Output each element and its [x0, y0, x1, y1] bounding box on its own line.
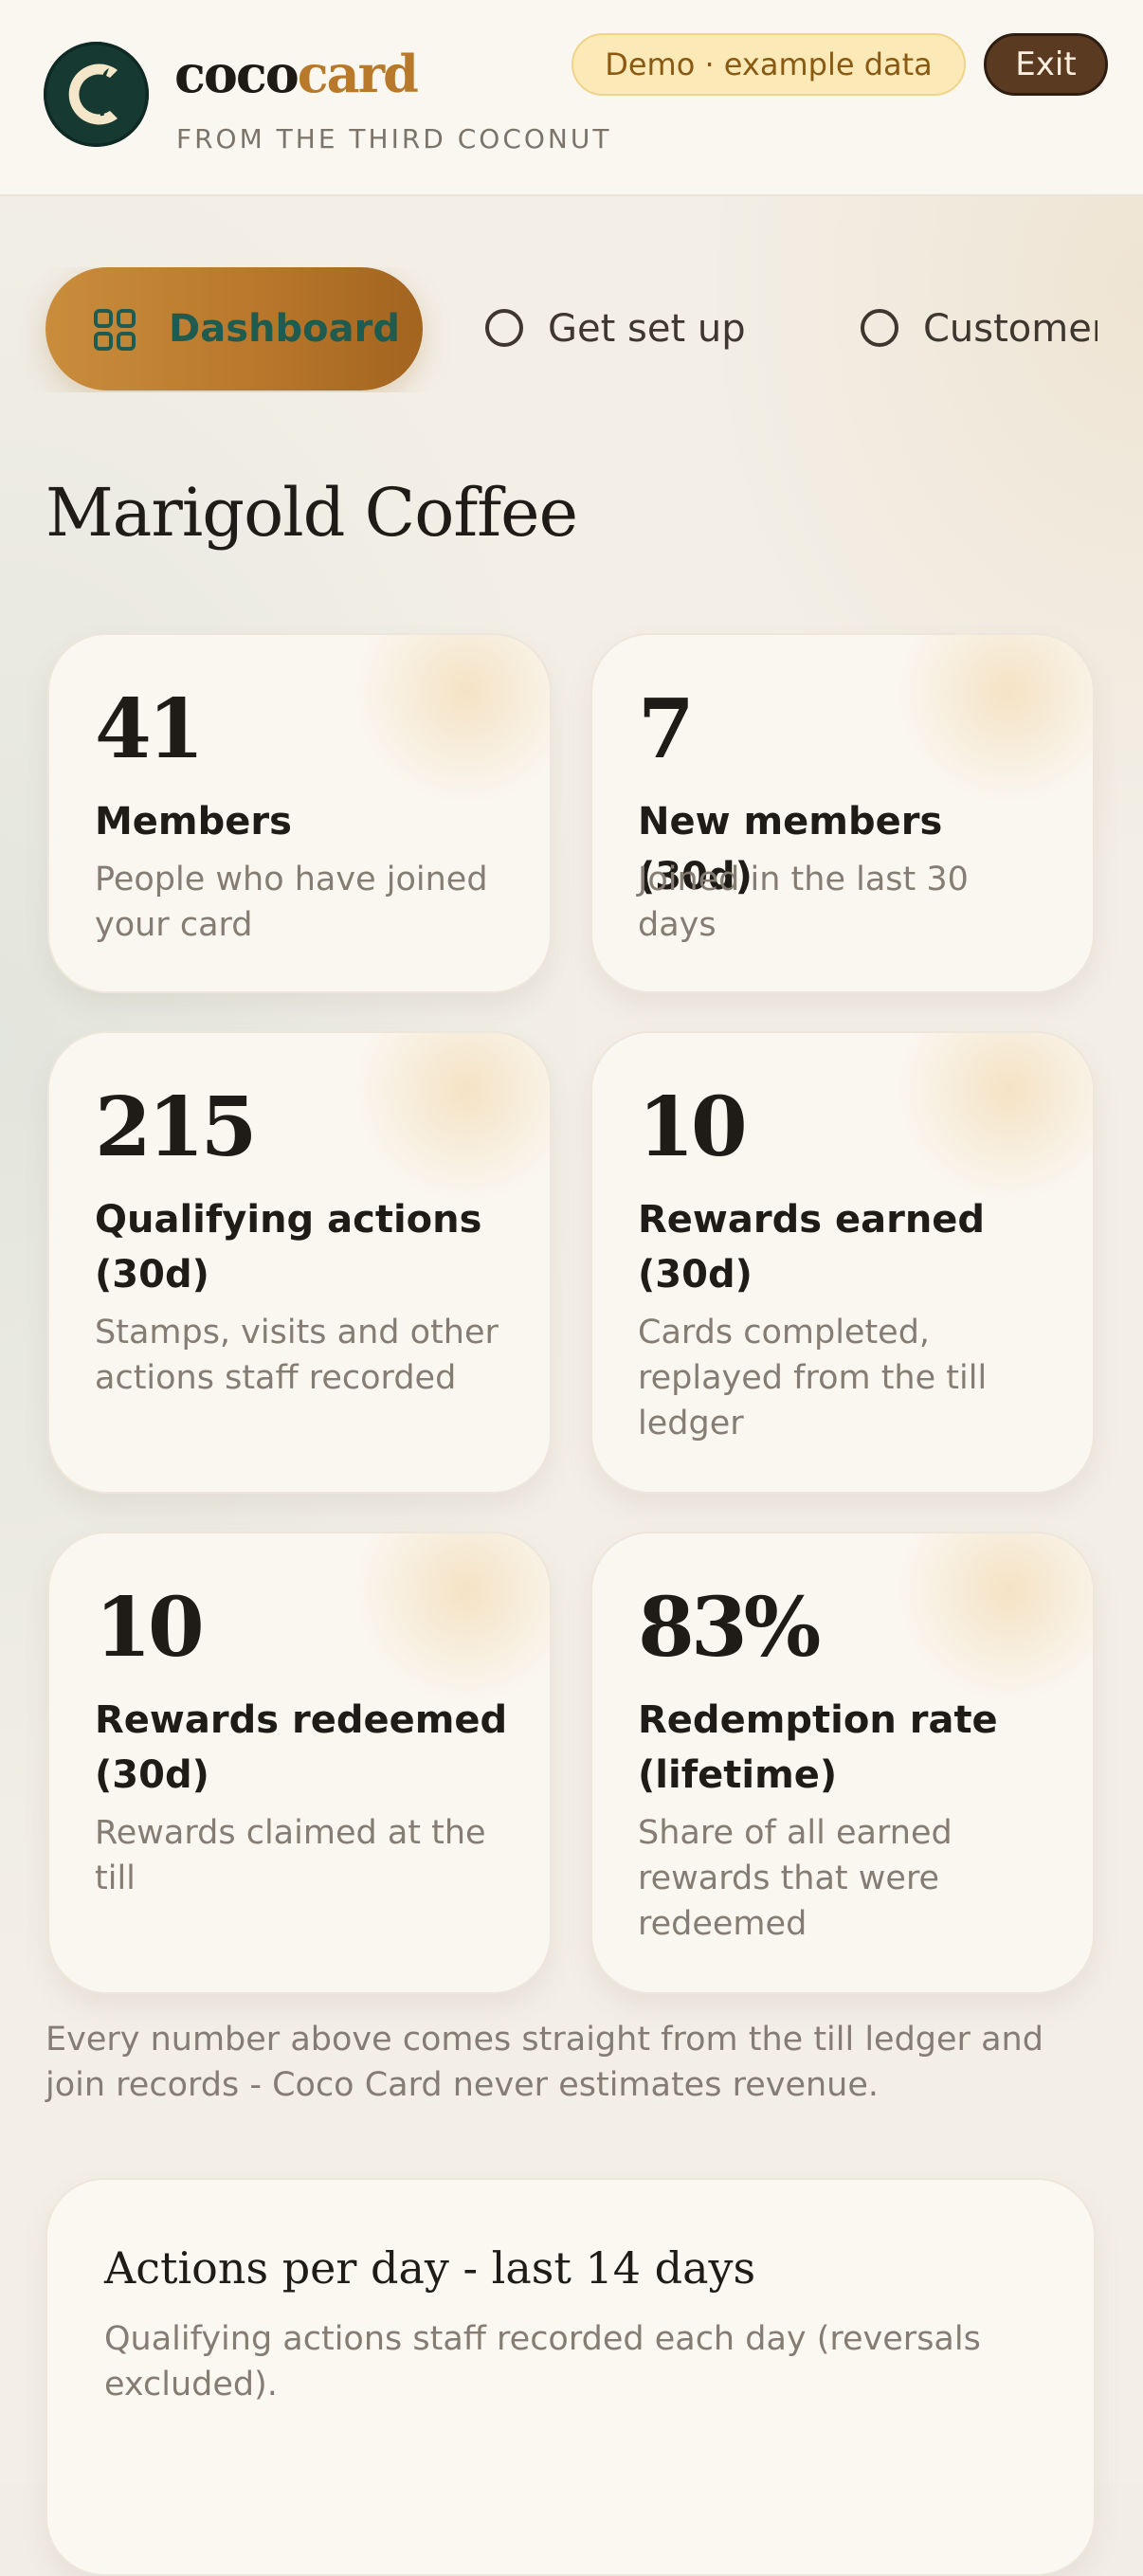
- brand-tagline: FROM THE THIRD COCONUT: [176, 123, 612, 154]
- stat-description: Joined in the last 30 days: [638, 861, 969, 944]
- brand-part-coco: coco: [174, 44, 299, 104]
- stat-description: Stamps, visits and other actions staff r…: [95, 1314, 499, 1397]
- circle-icon: [485, 309, 523, 347]
- tab-customers[interactable]: Customers: [861, 267, 1098, 390]
- stat-card-members: 41 Members People who have joined your c…: [47, 633, 552, 993]
- stat-description: Share of all earned rewards that were re…: [638, 1814, 952, 1943]
- stat-description: Rewards claimed at the till: [95, 1814, 486, 1897]
- circle-icon: [861, 309, 898, 347]
- stat-label: Members: [95, 800, 292, 844]
- stat-value: 215: [95, 1079, 258, 1175]
- stat-value: 7: [638, 681, 695, 777]
- tab-dashboard[interactable]: Dashboard: [45, 267, 423, 390]
- stat-description: People who have joined your card: [95, 861, 488, 944]
- stat-value: 41: [95, 681, 205, 777]
- stat-card-rewards-redeemed: 10 Rewards redeemed (30d) Rewards claime…: [47, 1532, 552, 1994]
- stat-card-qualifying-actions: 215 Qualifying actions (30d) Stamps, vis…: [47, 1031, 552, 1494]
- stat-card-redemption-rate: 83% Redemption rate (lifetime) Share of …: [590, 1532, 1095, 1994]
- app-header: cococard FROM THE THIRD COCONUT Demo · e…: [0, 0, 1143, 196]
- actions-per-day-panel: Actions per day - last 14 days Qualifyin…: [45, 2178, 1096, 2576]
- coconut-logo-icon: [44, 42, 149, 147]
- stat-value: 10: [638, 1079, 748, 1175]
- tab-bar: Dashboard Get set up Customers: [0, 267, 1143, 392]
- page-title: Marigold Coffee: [45, 474, 578, 552]
- stat-label: Qualifying actions (30d): [95, 1198, 482, 1297]
- stat-value: 10: [95, 1580, 205, 1676]
- exit-button[interactable]: Exit: [984, 33, 1108, 96]
- tab-dashboard-label: Dashboard: [169, 307, 400, 351]
- brand-wordmark: cococard: [174, 42, 419, 106]
- stat-card-rewards-earned: 10 Rewards earned (30d) Cards completed,…: [590, 1031, 1095, 1494]
- stat-label: Redemption rate (lifetime): [638, 1698, 998, 1797]
- grid-icon: [94, 309, 136, 351]
- demo-data-badge: Demo · example data: [572, 33, 966, 96]
- tab-get-set-up[interactable]: Get set up: [485, 267, 746, 390]
- stat-description: Cards completed, replayed from the till …: [638, 1314, 988, 1442]
- tab-get-set-up-label: Get set up: [548, 307, 746, 351]
- stat-label: Rewards earned (30d): [638, 1198, 986, 1297]
- stat-label: Rewards redeemed (30d): [95, 1698, 508, 1797]
- stat-value: 83%: [638, 1580, 821, 1676]
- brand-part-card: card: [297, 44, 419, 104]
- tab-customers-label: Customers: [923, 307, 1098, 351]
- ledger-footnote: Every number above comes straight from t…: [45, 2021, 1043, 2104]
- panel-subtitle: Qualifying actions staff recorded each d…: [104, 2320, 981, 2404]
- tab-scroll-area: Dashboard Get set up Customers: [0, 267, 1098, 392]
- stat-card-new-members: 7 New members (30d) Joined in the last 3…: [590, 633, 1095, 993]
- panel-title: Actions per day - last 14 days: [104, 2242, 756, 2294]
